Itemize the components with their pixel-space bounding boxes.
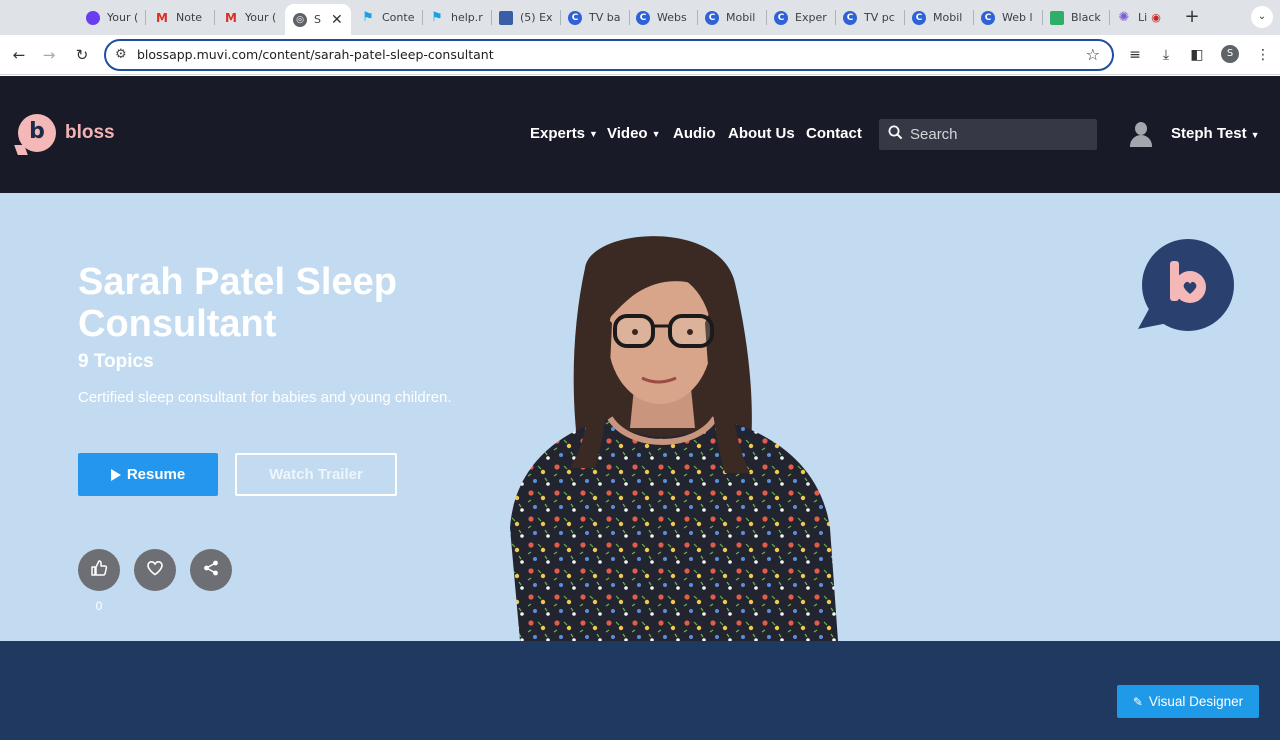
resume-button[interactable]: Resume	[78, 453, 218, 496]
c-icon: C	[705, 10, 719, 25]
browser-tab[interactable]: C Mobil	[912, 6, 974, 29]
recording-icon: ◉	[1151, 11, 1161, 24]
browser-tab[interactable]: C TV pc	[843, 6, 905, 29]
pencil-icon: ✎	[1132, 694, 1143, 709]
browser-tab[interactable]: Your (	[86, 6, 146, 29]
play-icon	[110, 468, 121, 481]
close-tab-icon[interactable]: ✕	[331, 12, 343, 28]
content-hero: Sarah Patel Sleep Consultant 9 Topics Ce…	[0, 193, 1280, 641]
gmail-icon: M	[156, 10, 168, 25]
user-menu[interactable]: Steph Test ▼	[1171, 125, 1260, 142]
sheet-icon	[1050, 10, 1064, 25]
browser-tab[interactable]: ⚑ help.r	[430, 6, 492, 29]
browser-profile-avatar[interactable]: S	[1221, 45, 1239, 63]
c-icon: C	[636, 10, 650, 25]
presenter-image	[500, 228, 840, 641]
c-icon: C	[843, 10, 857, 25]
search-icon	[888, 125, 903, 144]
spark-icon: ✺	[1118, 10, 1130, 25]
content-description: Certified sleep consultant for babies an…	[78, 389, 452, 406]
share-icon	[202, 559, 220, 581]
browser-tab[interactable]: C Web l	[981, 6, 1043, 29]
browser-tab[interactable]: (5) Ex	[499, 6, 561, 29]
c-icon: C	[568, 10, 582, 25]
visual-designer-button[interactable]: ✎ Visual Designer	[1117, 685, 1259, 718]
new-tab-button[interactable]: +	[1183, 6, 1201, 28]
caret-down-icon: ▼	[589, 128, 598, 139]
media-queue-icon[interactable]: ≡	[1124, 44, 1146, 66]
caret-down-icon: ▼	[651, 128, 661, 139]
search-input[interactable]: Search	[879, 119, 1097, 150]
nav-audio[interactable]: Audio	[673, 125, 716, 142]
browser-tab[interactable]: ⚑ Conte	[361, 6, 423, 29]
gmail-icon: M	[225, 10, 237, 25]
share-button[interactable]	[190, 549, 232, 591]
app-icon	[86, 10, 100, 25]
reload-icon[interactable]: ↻	[71, 44, 93, 66]
flag-icon: ⚑	[362, 10, 374, 25]
browser-tab[interactable]: M Note	[155, 6, 215, 29]
logo-bubble-icon: b	[18, 114, 56, 152]
forward-arrow-icon[interactable]: →	[38, 44, 60, 66]
thumbs-up-icon	[90, 559, 108, 581]
c-icon: C	[774, 10, 788, 25]
nav-about-us[interactable]: About Us	[728, 125, 795, 142]
site-header: b bloss Experts ▼ Video ▼ Audio About Us C…	[0, 76, 1280, 193]
watch-trailer-button[interactable]: Watch Trailer	[235, 453, 397, 496]
address-bar[interactable]: ⚙ blossapp.muvi.com/content/sarah-patel-…	[104, 39, 1114, 71]
c-icon: C	[981, 10, 995, 25]
site-info-icon[interactable]: ⚙	[115, 47, 127, 62]
url-text[interactable]: blossapp.muvi.com/content/sarah-patel-sl…	[137, 47, 494, 62]
browser-tab[interactable]: C TV ba	[568, 6, 630, 29]
download-icon[interactable]: ⤓	[1155, 44, 1177, 66]
browser-tab[interactable]: ✺ Li ◉	[1117, 6, 1171, 29]
browser-toolbar: ← → ↻ ⚙ blossapp.muvi.com/content/sarah-…	[0, 35, 1280, 75]
browser-tab[interactable]: C Exper	[774, 6, 836, 29]
topics-count: 9 Topics	[78, 351, 154, 372]
heart-icon	[146, 559, 164, 581]
favorite-button[interactable]	[134, 549, 176, 591]
nav-experts[interactable]: Experts ▼	[530, 125, 598, 142]
logo-text: bloss	[65, 122, 115, 143]
more-menu-icon[interactable]: ⋮	[1252, 44, 1274, 66]
bookmark-star-icon[interactable]: ☆	[1086, 45, 1100, 64]
c-icon: C	[912, 10, 926, 25]
flag-icon: ⚑	[431, 10, 443, 25]
browser-tab[interactable]: M Your (	[224, 6, 284, 29]
page-title: Sarah Patel Sleep Consultant	[78, 261, 397, 345]
caret-down-icon: ▼	[1250, 130, 1260, 140]
book-icon	[499, 10, 513, 25]
bloss-brand-bubble-icon	[1138, 237, 1234, 333]
globe-icon: ◎	[293, 12, 307, 27]
content-section-band	[0, 641, 1280, 740]
like-button[interactable]	[78, 549, 120, 591]
browser-tab[interactable]: Black	[1050, 6, 1110, 29]
browser-tab[interactable]: C Webs	[636, 6, 698, 29]
browser-tab-active[interactable]: ◎ S ✕	[285, 4, 351, 35]
side-panel-icon[interactable]: ◧	[1186, 44, 1208, 66]
nav-video[interactable]: Video ▼	[607, 125, 661, 142]
tab-search-chevron-icon[interactable]: ⌄	[1251, 6, 1273, 28]
browser-tab-strip: Your ( M Note M Your ( ◎ S ✕ ⚑ Conte ⚑ h…	[0, 0, 1280, 35]
user-avatar-icon[interactable]	[1128, 122, 1154, 148]
browser-tab[interactable]: C Mobil	[705, 6, 767, 29]
site-logo[interactable]: b bloss	[18, 114, 115, 152]
search-placeholder: Search	[910, 126, 958, 143]
like-count: 0	[95, 599, 103, 613]
nav-contact[interactable]: Contact	[806, 125, 862, 142]
back-arrow-icon[interactable]: ←	[8, 44, 30, 66]
